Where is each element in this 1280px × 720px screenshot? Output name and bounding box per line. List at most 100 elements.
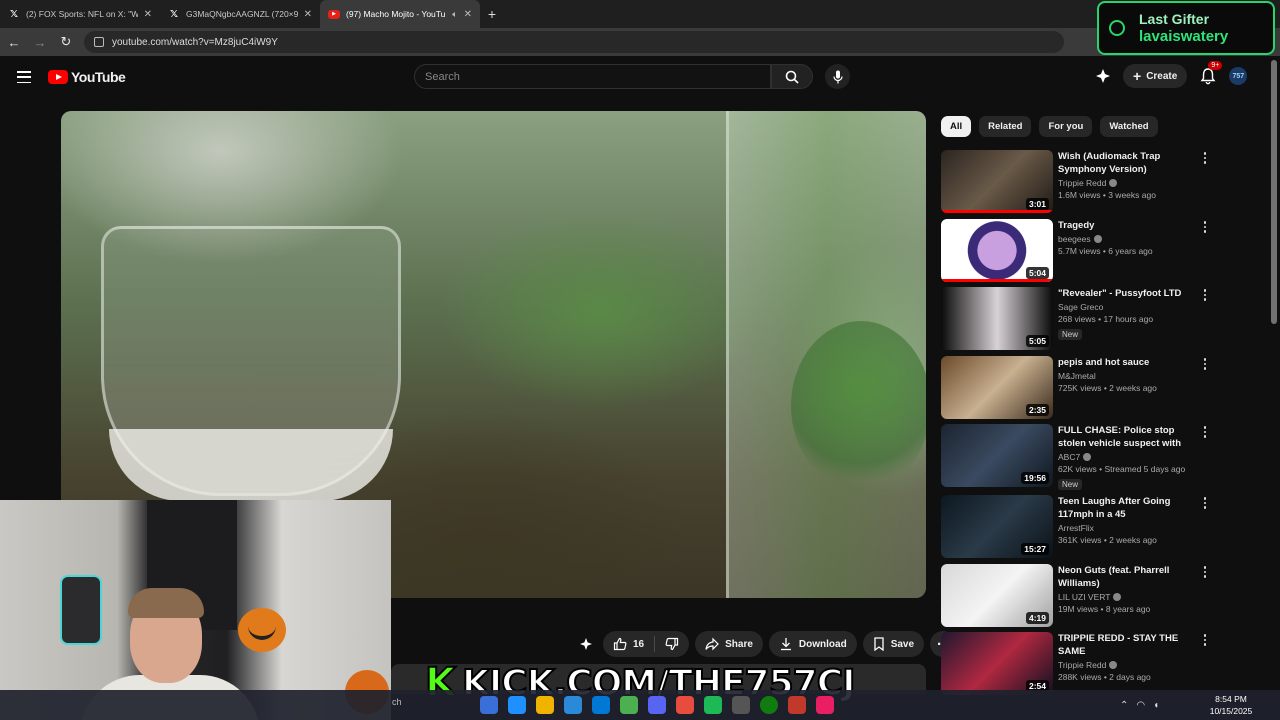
like-button[interactable]: 16 [603,636,656,652]
taskbar-app-icon[interactable] [536,696,554,714]
more-vertical-icon[interactable] [1199,497,1211,509]
close-tab-icon[interactable]: ✕ [464,9,472,20]
save-button[interactable]: Save [862,631,925,657]
more-vertical-icon[interactable] [1199,221,1211,233]
more-vertical-icon[interactable] [1199,426,1211,438]
notifications-button[interactable]: 9+ [1199,61,1223,85]
taskbar-app-icon[interactable] [592,696,610,714]
video-title[interactable]: FULL CHASE: Police stop stolen vehicle s… [1058,424,1198,450]
youtube-logo[interactable]: YouTube [48,69,126,85]
channel-name[interactable]: Sage Greco [1058,302,1103,312]
forward-icon[interactable]: → [32,35,48,50]
video-title[interactable]: "Revealer" - Pussyfoot LTD [1058,287,1198,300]
taskbar-clock[interactable]: 8:54 PM 10/15/2025 [1200,693,1262,717]
browser-tab-youtube[interactable]: ▶ (97) Macho Mojito - YouTu 🔈︎ ✕ [320,0,480,28]
more-vertical-icon[interactable] [1199,634,1211,646]
video-thumbnail[interactable]: 5:05 [941,287,1053,350]
channel-name[interactable]: Trippie Redd [1058,178,1106,188]
taskbar-app-icon[interactable] [480,696,498,714]
chip-for-you[interactable]: For you [1039,116,1093,137]
more-vertical-icon[interactable] [1199,358,1211,370]
video-title[interactable]: Teen Laughs After Going 117mph in a 45 [1058,495,1198,521]
tray-chevron-icon[interactable]: ⌃ [1120,700,1128,711]
clock-date: 10/15/2025 [1209,706,1253,716]
taskbar-app-icon[interactable] [816,696,834,714]
ai-chat-icon[interactable] [1095,68,1111,84]
more-vertical-icon[interactable] [1199,289,1211,301]
taskbar-app-icon[interactable] [732,696,750,714]
new-tab-button[interactable]: + [480,6,504,22]
chip-all[interactable]: All [941,116,972,137]
speaker-icon[interactable]: 🔈︎ [452,9,457,20]
tab-title: (2) FOX Sports: NFL on X: "Whe [26,9,138,19]
gifter-name: lavaiswatery [1139,28,1229,45]
share-button[interactable]: Share [695,631,763,657]
video-thumbnail[interactable]: 15:27 [941,495,1053,558]
reload-icon[interactable]: ↻ [58,34,74,50]
channel-name[interactable]: ABC7 [1058,452,1080,462]
chip-watched[interactable]: Watched [1100,116,1158,137]
recommended-video[interactable]: 2:35 pepis and hot sauce M&Jmetal 725K view… [941,356,1221,420]
taskbar-search[interactable]: ch [392,697,402,707]
recommended-video[interactable]: 2:54 TRIPPIE REDD - STAY THE SAME Trippie … [941,632,1221,696]
channel-name[interactable]: M&Jmetal [1058,371,1096,381]
taskbar-app-icon[interactable] [564,696,582,714]
recommended-video[interactable]: 5:04 Tragedy beegees 5.7M views • 6 years a… [941,219,1221,283]
taskbar-app-icon[interactable] [676,696,694,714]
recommended-video[interactable]: 19:56 FULL CHASE: Police stop stolen vehi… [941,424,1221,490]
close-tab-icon[interactable]: ✕ [144,9,152,20]
search-input[interactable]: Search [414,64,771,89]
browser-tab-image[interactable]: 𝕏 G3MaQNgbcAAGNZL (720×90 ✕ [160,0,320,28]
avatar[interactable]: 757 [1229,67,1248,85]
video-title[interactable]: Tragedy [1058,219,1198,232]
download-button[interactable]: Download [768,631,857,657]
video-thumbnail[interactable]: 5:04 [941,219,1053,282]
taskbar-app-icon[interactable] [788,696,806,714]
taskbar-app-icon[interactable] [648,696,666,714]
video-thumbnail[interactable]: 2:54 [941,632,1053,695]
download-label: Download [798,638,847,650]
video-title[interactable]: pepis and hot sauce [1058,356,1198,369]
more-vertical-icon[interactable] [1199,152,1211,164]
channel-name[interactable]: ArrestFlix [1058,523,1094,533]
browser-tab-fox[interactable]: 𝕏 (2) FOX Sports: NFL on X: "Whe ✕ [0,0,160,28]
search-button[interactable] [771,64,813,89]
taskbar-app-icon[interactable] [704,696,722,714]
page-scrollbar[interactable] [1271,60,1277,324]
taskbar-app-icon[interactable] [620,696,638,714]
video-title[interactable]: Neon Guts (feat. Pharrell Williams) [1058,564,1198,590]
ask-ai-button[interactable] [575,633,597,655]
duration-badge: 3:01 [1025,198,1049,210]
video-thumbnail[interactable]: 3:01 [941,150,1053,213]
channel-name[interactable]: LIL UZI VERT [1058,592,1110,602]
menu-icon[interactable] [17,71,31,87]
more-vertical-icon[interactable] [1199,566,1211,578]
video-title[interactable]: TRIPPIE REDD - STAY THE SAME [1058,632,1198,658]
recommended-video[interactable]: 5:05 "Revealer" - Pussyfoot LTD Sage Greco… [941,287,1221,351]
wifi-icon[interactable]: ◠ [1136,700,1145,711]
xbox-icon[interactable] [760,696,778,714]
chip-related[interactable]: Related [979,116,1032,137]
verified-check-icon [1109,661,1118,669]
related-filter-chips: All Related For you Watched [941,116,1158,137]
recommended-video[interactable]: 3:01 Wish (Audiomack Trap Symphony Versio… [941,150,1221,214]
taskbar-app-icon[interactable] [508,696,526,714]
volume-icon[interactable]: ◖ [1153,700,1159,711]
close-tab-icon[interactable]: ✕ [304,9,312,20]
video-thumbnail[interactable]: 2:35 [941,356,1053,419]
video-title[interactable]: Wish (Audiomack Trap Symphony Version) [1058,150,1198,176]
video-thumbnail[interactable]: 19:56 [941,424,1053,487]
recommended-video[interactable]: 15:27 Teen Laughs After Going 117mph in a… [941,495,1221,559]
back-icon[interactable]: ← [6,35,22,50]
site-info-icon[interactable] [94,37,104,47]
channel-name[interactable]: beegees [1058,234,1091,244]
create-label: Create [1146,70,1178,82]
tab-title: G3MaQNgbcAAGNZL (720×90 [186,9,298,19]
create-button[interactable]: + Create [1123,64,1188,88]
address-bar[interactable]: youtube.com/watch?v=Mz8juC4iW9Y [84,31,1064,53]
video-thumbnail[interactable]: 4:19 [941,564,1053,627]
recommended-video[interactable]: 4:19 Neon Guts (feat. Pharrell Williams) L… [941,564,1221,628]
channel-name[interactable]: Trippie Redd [1058,660,1106,670]
dislike-button[interactable] [655,637,689,651]
voice-search-button[interactable] [825,64,850,89]
